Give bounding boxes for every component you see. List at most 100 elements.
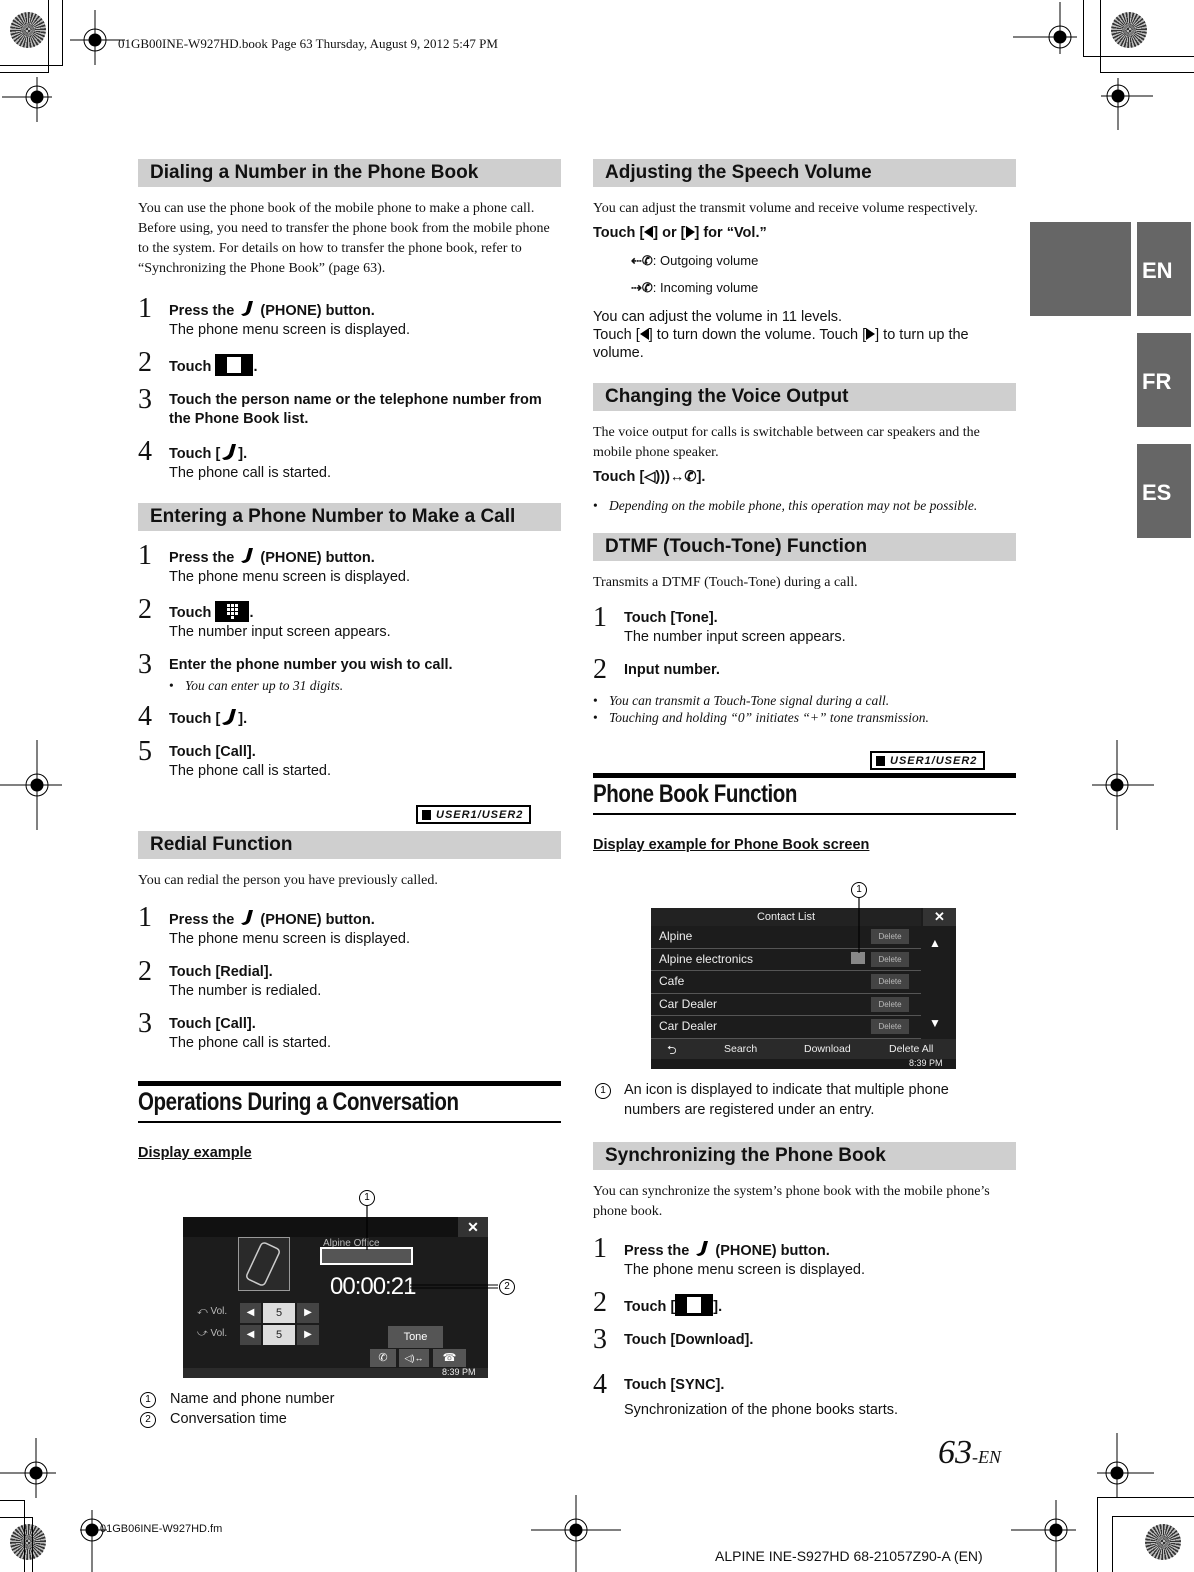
delete-button[interactable]: Delete [871, 929, 909, 944]
registration-mark-icon [1101, 78, 1153, 130]
step-number: 5 [138, 736, 152, 767]
callout-line [858, 895, 860, 953]
instruction: Touch [◁)))↔✆]. [593, 469, 1016, 485]
section-heading: DTMF (Touch-Tone) Function [593, 533, 1016, 561]
contact-row[interactable]: Cafe Delete [651, 971, 921, 994]
incoming-volume-value: 5 [263, 1325, 295, 1345]
delete-all-button[interactable]: Delete All [889, 1043, 933, 1055]
section-intro: You can synchronize the system’s phone b… [593, 1184, 990, 1219]
callout-marker: 1 [140, 1392, 156, 1408]
contact-row[interactable]: Alpine electronics Delete [651, 949, 921, 971]
conversation-timer: 00:00:21 [330, 1273, 416, 1300]
instruction-text: ] or [ [653, 225, 686, 241]
step: 1 Press the (PHONE) button. The phone me… [138, 903, 561, 949]
callout-item: 1 Name and phone number [140, 1389, 334, 1409]
step: 1 Touch [Tone]. The number input screen … [593, 603, 1016, 647]
callout-marker: 1 [851, 882, 867, 898]
scroll-down-button[interactable]: ▼ [929, 1016, 941, 1030]
contact-row[interactable]: Car Dealer Delete [651, 994, 921, 1016]
voice-output-switch-button[interactable]: ◁)↔ [399, 1349, 429, 1367]
contact-name: Alpine [659, 929, 693, 943]
detail-text: ] to turn down the volume. Touch [ [648, 327, 867, 343]
legend-item: ⇢✆: Incoming volume [631, 274, 1016, 301]
callout-marker: 1 [359, 1190, 375, 1206]
section-sync: Synchronizing the Phone Book You can syn… [593, 1142, 1016, 1420]
step-number: 2 [138, 347, 152, 378]
callout-line-timer [410, 1284, 498, 1289]
detail-text: Touch [ [593, 327, 640, 343]
language-tab-es[interactable]: ES [1137, 444, 1191, 538]
download-button[interactable]: Download [804, 1043, 851, 1055]
page-number-value: 63 [938, 1434, 972, 1471]
contact-name: Alpine electronics [659, 951, 754, 966]
instruction-text: ]. [696, 469, 706, 485]
section-intro: Transmits a DTMF (Touch-Tone) during a c… [593, 575, 858, 590]
section-operations: Operations During a Conversation Display… [138, 1081, 561, 1161]
step-result: The phone menu screen is displayed. [169, 931, 411, 947]
delete-button[interactable]: Delete [871, 996, 909, 1012]
note: Depending on the mobile phone, this oper… [593, 497, 1016, 514]
vol-label: Vol. [210, 1306, 228, 1317]
contact-row[interactable]: Car Dealer Delete [651, 1016, 921, 1039]
callout-text: Name and phone number [170, 1391, 335, 1407]
step-number: 2 [593, 654, 607, 685]
chapter-heading: Operations During a Conversation [138, 1081, 561, 1123]
step-text: Touch [Call]. [169, 1016, 256, 1032]
callout-marker: 2 [140, 1412, 156, 1428]
user-mode-badge: USER1/USER2 [416, 805, 532, 824]
step-text: Press the [624, 1243, 690, 1259]
instruction-text: ] for “Vol.” [694, 225, 767, 241]
step-number: 1 [593, 602, 607, 633]
language-tab-fr[interactable]: FR [1137, 333, 1191, 427]
phone-icon [241, 548, 254, 563]
volume-up-button[interactable]: ▶ [297, 1325, 319, 1345]
language-tab-en[interactable]: EN [1137, 222, 1191, 316]
step-number: 4 [138, 701, 152, 732]
registration-mark-icon [2, 77, 52, 122]
page-number-suffix: -EN [972, 1447, 1001, 1467]
step-text: Touch [ [169, 711, 221, 727]
step: 1 Press the (PHONE) button. The phone me… [593, 1234, 1016, 1280]
volume-down-button[interactable]: ◀ [240, 1325, 261, 1345]
right-arrow-icon [685, 226, 695, 238]
step-text: (PHONE) button. [260, 303, 375, 319]
left-arrow-icon [639, 328, 649, 340]
step: 1 Press the (PHONE) button. The phone me… [138, 294, 561, 340]
step-result: Synchronization of the phone books start… [624, 1402, 899, 1418]
hang-up-button[interactable]: ☎ [433, 1349, 466, 1367]
step: 4 Touch [SYNC]. Synchronization of the p… [593, 1370, 1016, 1420]
step-text: Touch [Tone]. [624, 610, 718, 626]
registration-mark-icon [1097, 1433, 1154, 1498]
step-number: 2 [138, 956, 152, 987]
step-number: 2 [138, 594, 152, 625]
callout-text: Conversation time [170, 1411, 287, 1427]
delete-button[interactable]: Delete [871, 974, 909, 989]
user-mode-badge: USER1/USER2 [870, 751, 986, 770]
section-voice-output: Changing the Voice Output The voice outp… [593, 383, 1016, 514]
close-button[interactable]: ✕ [923, 908, 956, 926]
delete-button[interactable]: Delete [871, 1019, 909, 1034]
footer-file: 01GB06INE-W927HD.fm [100, 1523, 223, 1535]
volume-down-button[interactable]: ◀ [240, 1303, 261, 1323]
tone-button[interactable]: Tone [388, 1326, 443, 1348]
call-icon [222, 444, 237, 460]
chapter-heading-text: Operations During a Conversation [138, 1088, 459, 1116]
search-button[interactable]: Search [724, 1043, 757, 1055]
delete-button[interactable]: Delete [871, 951, 909, 967]
step-text: Press the [169, 912, 235, 928]
step-number: 1 [138, 293, 152, 324]
section-heading: Changing the Voice Output [593, 383, 1016, 411]
step-result: The phone call is started. [169, 1035, 332, 1051]
outgoing-volume-value: 5 [263, 1303, 295, 1323]
contact-list-screen-example: Contact List ✕ Alpine Delete Alpine electr… [651, 908, 956, 1069]
instruction-text: Touch [ [593, 469, 645, 485]
step: 4 Touch []. The phone call is started. [138, 437, 561, 483]
contact-row[interactable]: Alpine Delete [651, 926, 921, 949]
call-button[interactable]: ✆ [370, 1349, 396, 1367]
legend-text: : Outgoing volume [652, 253, 759, 268]
step-text: Touch [Call]. [169, 744, 256, 760]
callout-legend: 1 Name and phone number 2 Conversation tim… [140, 1389, 334, 1429]
volume-up-button[interactable]: ▶ [297, 1303, 319, 1323]
call-icon [222, 709, 237, 725]
scroll-up-button[interactable]: ▲ [929, 936, 941, 950]
